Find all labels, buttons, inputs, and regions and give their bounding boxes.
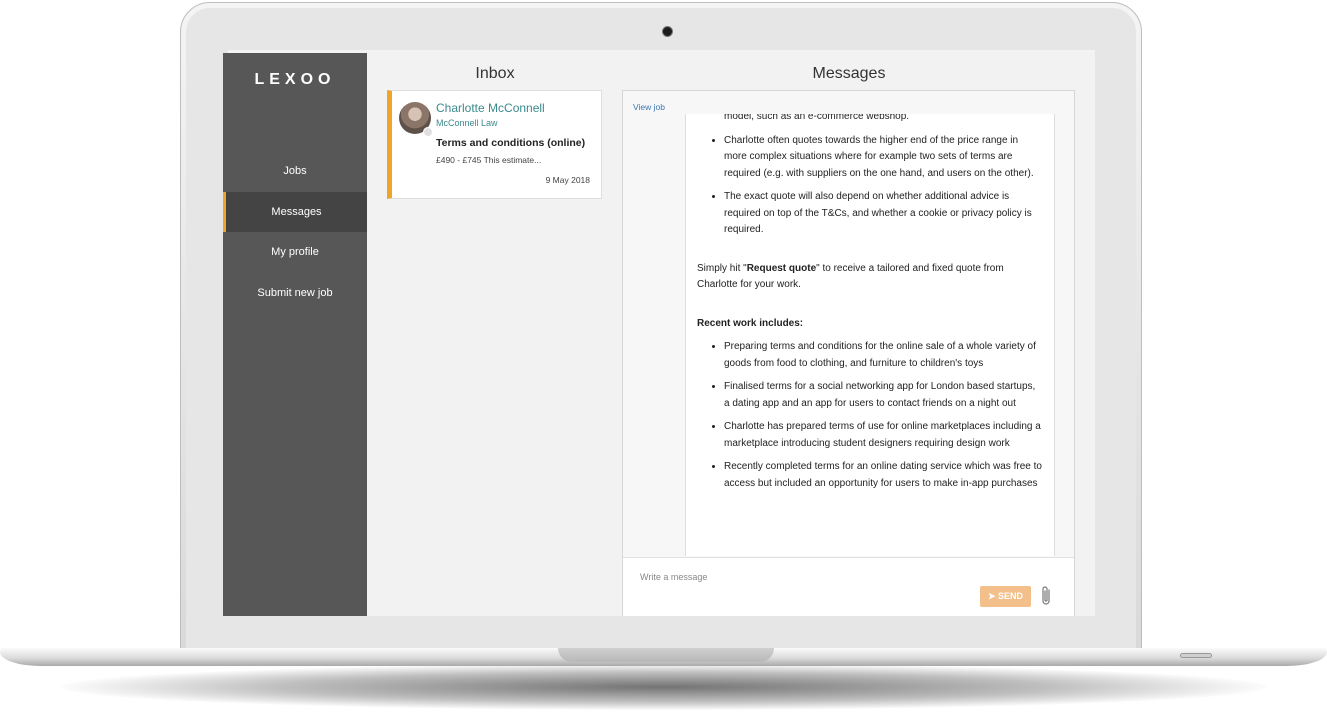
conversation-date: 9 May 2018 — [545, 175, 590, 185]
app-screen: LEXOO Jobs Messages My profile Submit ne… — [223, 53, 1095, 616]
laptop-notch — [558, 648, 774, 662]
sidebar-item-jobs[interactable]: Jobs — [223, 151, 367, 191]
conversation-preview: £490 - £745 This estimate... — [436, 155, 542, 165]
sidebar-item-my-profile[interactable]: My profile — [223, 232, 367, 272]
conversation-company: McConnell Law — [436, 118, 498, 128]
laptop-shadow — [60, 664, 1267, 710]
list-item: Finalised terms for a social networking … — [724, 379, 1043, 412]
message-input[interactable] — [640, 569, 970, 585]
compose-area: ➤ SEND — [623, 557, 1074, 616]
message-bubble: model, such as an e-commerce webshop. Ch… — [685, 114, 1055, 556]
cta-paragraph: Simply hit "Request quote" to receive a … — [697, 262, 1004, 291]
view-job-link[interactable]: View job — [633, 102, 665, 112]
message-panel: View job model, such as an e-commerce we… — [622, 90, 1075, 616]
request-quote-text: Request quote — [746, 262, 817, 274]
messages-title: Messages — [812, 65, 886, 82]
conversation-name: Charlotte McConnell — [436, 101, 545, 115]
online-status-icon — [423, 127, 433, 137]
send-icon: ➤ — [987, 591, 996, 601]
list-item: Recently completed terms for an online d… — [724, 459, 1043, 492]
sidebar-item-messages[interactable]: Messages — [223, 192, 367, 232]
send-button[interactable]: ➤ SEND — [980, 586, 1031, 607]
list-item: Preparing terms and conditions for the o… — [724, 339, 1043, 372]
sidebar: LEXOO Jobs Messages My profile Submit ne… — [223, 53, 367, 616]
brand-logo[interactable]: LEXOO — [223, 71, 367, 89]
conversation-card[interactable]: Charlotte McConnell McConnell Law Terms … — [387, 90, 602, 199]
list-item: Charlotte often quotes towards the highe… — [724, 133, 1043, 183]
list-item: Charlotte has prepared terms of use for … — [724, 419, 1043, 452]
message-body: model, such as an e-commerce webshop. Ch… — [697, 114, 1043, 499]
recent-work-heading: Recent work includes: — [697, 317, 804, 329]
sidebar-item-submit-new-job[interactable]: Submit new job — [223, 273, 367, 313]
pricing-list: Charlotte often quotes towards the highe… — [697, 133, 1043, 239]
conversation-subject: Terms and conditions (online) — [436, 137, 586, 149]
power-indicator — [1180, 653, 1212, 658]
inbox-title: Inbox — [475, 65, 515, 82]
paperclip-icon[interactable] — [1040, 585, 1054, 607]
message-fragment: model, such as an e-commerce webshop. — [724, 114, 910, 122]
recent-work-list: Preparing terms and conditions for the o… — [697, 339, 1043, 492]
list-item: The exact quote will also depend on whet… — [724, 189, 1043, 239]
webcam-icon — [662, 26, 673, 37]
